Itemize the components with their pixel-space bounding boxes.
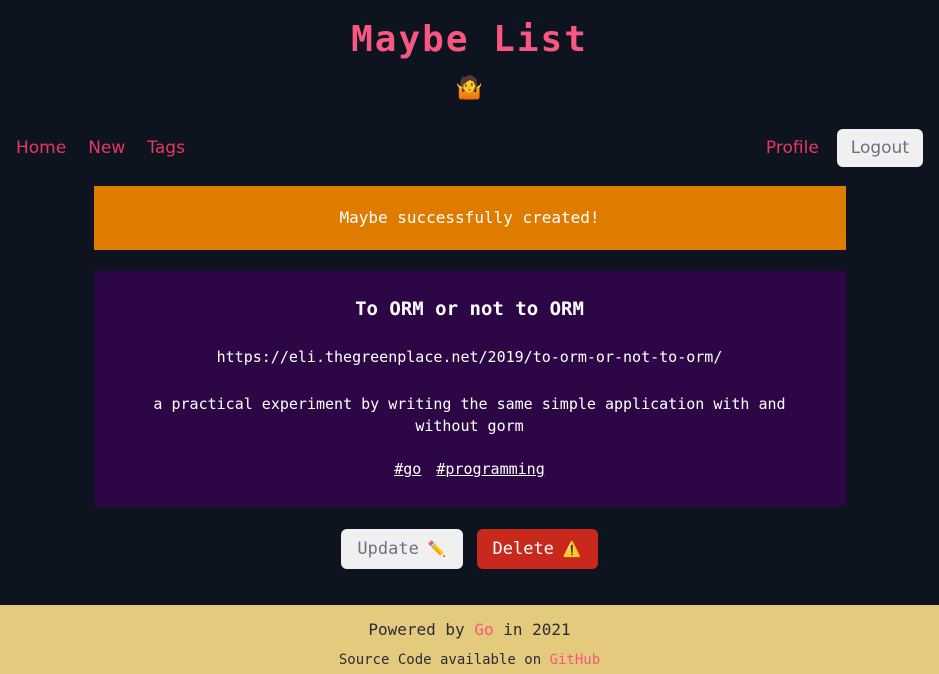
delete-button[interactable]: Delete ⚠️ — [476, 529, 598, 569]
nav-link-tags[interactable]: Tags — [147, 138, 185, 158]
maybe-tags: #go #programming — [118, 459, 822, 479]
card-action-buttons: Update ✏️ Delete ⚠️ — [94, 529, 846, 569]
footer-powered-suffix: in 2021 — [493, 620, 571, 639]
person-shrugging-emoji: 🤷 — [455, 76, 484, 101]
nav-link-profile[interactable]: Profile — [766, 138, 819, 158]
main-content: Maybe successfully created! To ORM or no… — [93, 186, 846, 569]
pencil-icon: ✏️ — [427, 540, 447, 558]
footer-powered-by: Powered by Go in 2021 — [0, 619, 939, 641]
success-alert: Maybe successfully created! — [93, 186, 846, 250]
nav-link-new[interactable]: New — [88, 138, 125, 158]
page-title: Maybe List — [351, 19, 588, 60]
footer-powered-prefix: Powered by — [368, 620, 475, 639]
nav-link-home[interactable]: Home — [16, 138, 66, 158]
footer-github-link[interactable]: GitHub — [550, 652, 601, 668]
maybe-description: a practical experiment by writing the sa… — [153, 395, 786, 435]
update-button-label: Update — [357, 539, 419, 559]
maybe-card: To ORM or not to ORM https://eli.thegree… — [93, 271, 846, 507]
delete-button-label: Delete — [492, 539, 554, 559]
site-footer: Powered by Go in 2021 Source Code availa… — [0, 605, 939, 674]
nav-left-group: Home New Tags — [16, 138, 207, 158]
footer-source-code: Source Code available on GitHub — [0, 650, 939, 670]
main-navigation: Home New Tags Profile Logout — [0, 124, 939, 172]
nav-right-group: Profile Logout — [766, 129, 923, 167]
tag-link-go[interactable]: #go — [394, 460, 421, 478]
footer-source-prefix: Source Code available on — [338, 652, 550, 668]
site-header: Maybe List 🤷 — [0, 0, 939, 104]
tag-link-programming[interactable]: #programming — [436, 460, 544, 478]
logout-button[interactable]: Logout — [836, 129, 923, 167]
update-button[interactable]: Update ✏️ — [341, 529, 463, 569]
warning-icon: ⚠️ — [562, 540, 582, 558]
footer-go-link[interactable]: Go — [474, 620, 493, 639]
maybe-title: To ORM or not to ORM — [355, 298, 584, 320]
maybe-url[interactable]: https://eli.thegreenplace.net/2019/to-or… — [118, 347, 822, 367]
